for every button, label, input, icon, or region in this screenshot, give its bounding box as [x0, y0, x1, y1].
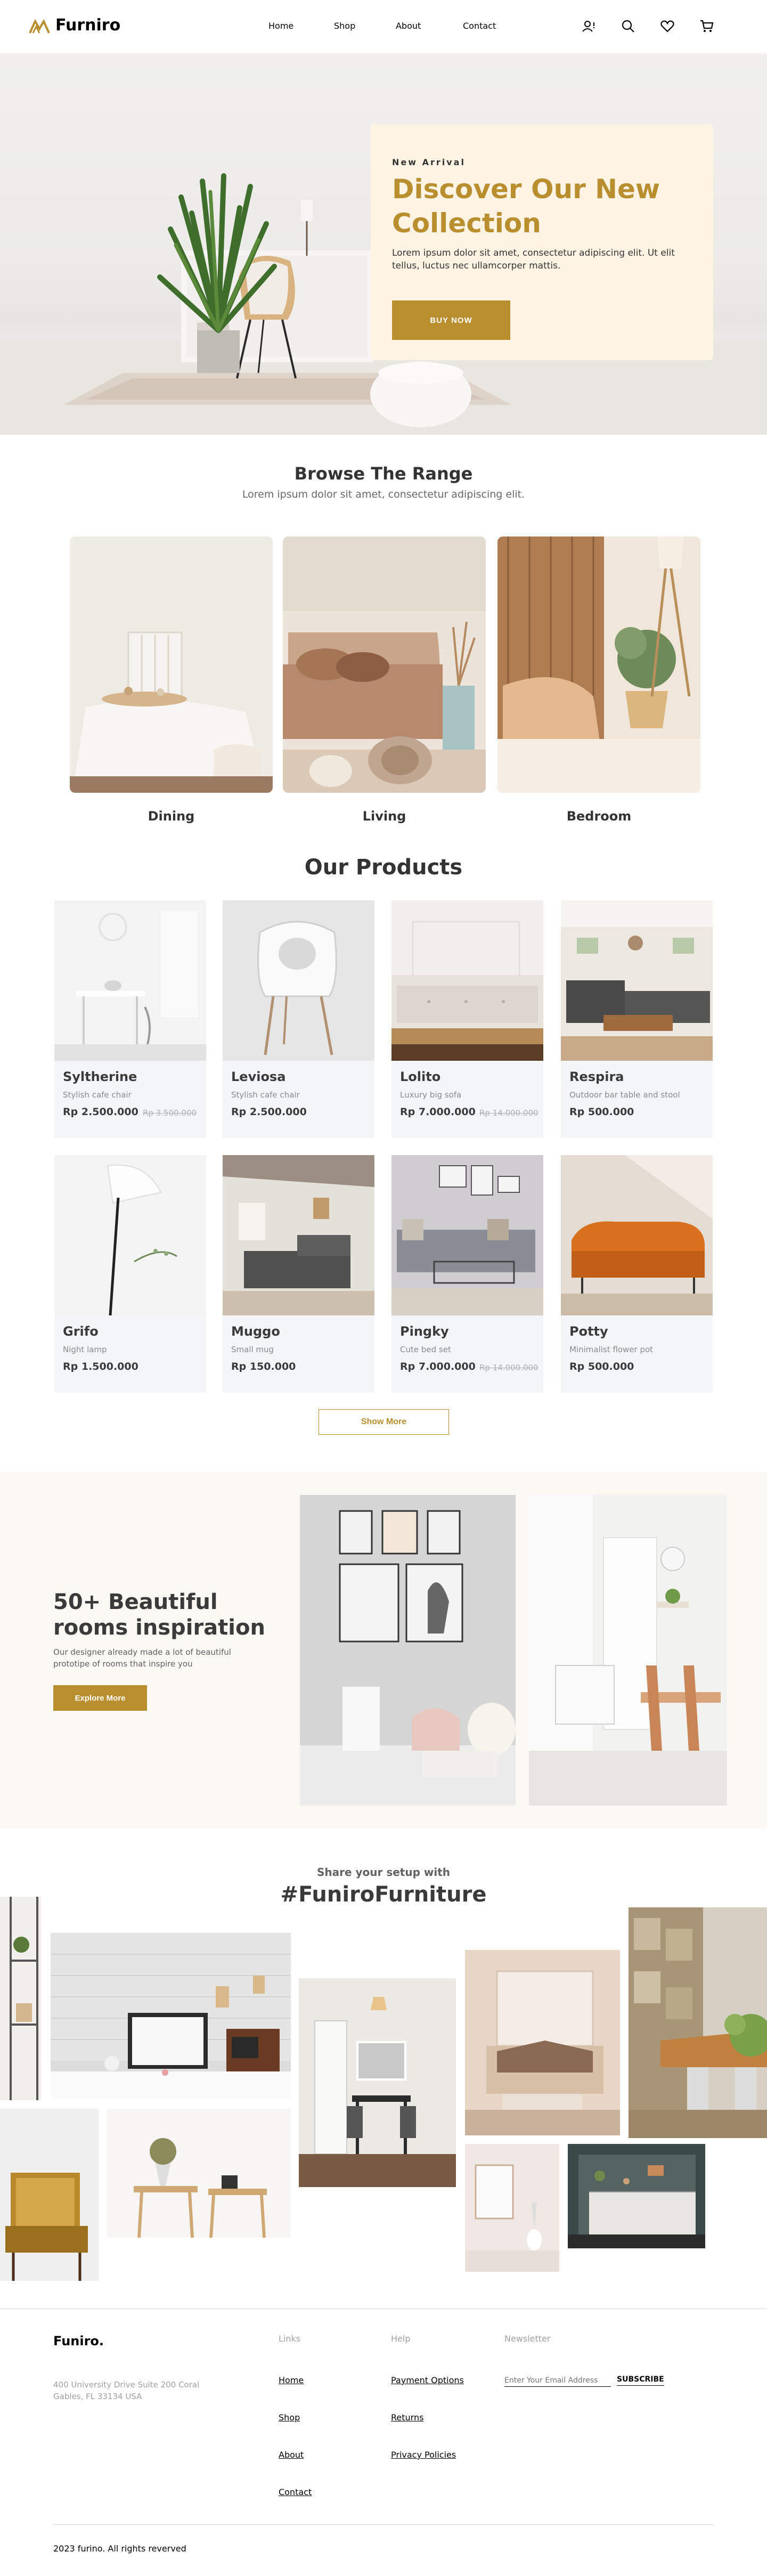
footer-link-contact[interactable]: Contact: [279, 2487, 312, 2497]
account-alert-icon[interactable]: [581, 18, 597, 34]
product-card[interactable]: Leviosa Stylish cafe chair Rp 2.500.000: [223, 900, 374, 1138]
product-price: Rp 1.500.000: [63, 1361, 138, 1372]
rooms-description: Our designer already made a lot of beaut…: [53, 1647, 231, 1669]
product-description: Small mug: [231, 1345, 274, 1354]
show-more-button[interactable]: Show More: [319, 1409, 449, 1435]
product-name: Syltherine: [63, 1069, 137, 1084]
product-name: Leviosa: [231, 1069, 286, 1084]
gallery-image-1[interactable]: [0, 1897, 41, 2100]
search-icon[interactable]: [620, 18, 636, 34]
gallery-image-9[interactable]: [629, 1907, 767, 2138]
footer-bottom-divider: [53, 2524, 714, 2525]
product-description: Outdoor bar table and stool: [569, 1090, 680, 1100]
product-card[interactable]: Pingky Cute bed set Rp 7.000.000 Rp 14.0…: [391, 1155, 543, 1393]
nav-home[interactable]: Home: [268, 21, 293, 31]
range-subtitle: Lorem ipsum dolor sit amet, consectetur …: [242, 489, 525, 500]
nav-contact[interactable]: Contact: [463, 21, 496, 31]
rooms-title: 50+ Beautiful rooms inspiration: [53, 1590, 265, 1640]
product-price: Rp 150.000: [231, 1361, 296, 1372]
product-name: Potty: [569, 1324, 608, 1339]
nav-shop[interactable]: Shop: [334, 21, 355, 31]
product-old-price: Rp 14.000.000: [479, 1108, 538, 1118]
newsletter-email-input[interactable]: [504, 2374, 611, 2387]
hero-description: Lorem ipsum dolor sit amet, consectetur …: [392, 248, 675, 271]
range-label-living[interactable]: Living: [283, 809, 486, 824]
gallery-image-5[interactable]: [299, 1978, 456, 2187]
site-header: Furniro Home Shop About Contact: [0, 0, 767, 53]
range-image-dining[interactable]: [70, 537, 273, 793]
share-subtitle: Share your setup with: [316, 1866, 451, 1879]
buy-now-button[interactable]: BUY Now: [392, 300, 510, 340]
logo-text[interactable]: Furniro: [55, 16, 120, 35]
footer-help-heading: Help: [391, 2334, 411, 2344]
range-label-bedroom[interactable]: Bedroom: [497, 809, 700, 824]
product-price: Rp 500.000: [569, 1361, 634, 1372]
gallery-image-3[interactable]: [0, 2109, 99, 2281]
footer-links-heading: Links: [279, 2334, 301, 2344]
range-title: Browse The Range: [294, 464, 473, 484]
product-description: Luxury big sofa: [400, 1090, 462, 1100]
product-description: Stylish cafe chair: [231, 1090, 300, 1100]
explore-more-button[interactable]: Explore More: [53, 1685, 147, 1711]
product-card[interactable]: Potty Minimalist flower pot Rp 500.000: [561, 1155, 713, 1393]
product-card[interactable]: Muggo Small mug Rp 150.000: [223, 1155, 374, 1393]
product-price: Rp 2.500.000: [231, 1106, 307, 1118]
footer-link-returns[interactable]: Returns: [391, 2412, 423, 2423]
heart-icon[interactable]: [659, 18, 675, 34]
gallery-image-7[interactable]: [465, 2144, 559, 2272]
product-price: Rp 7.000.000: [400, 1106, 476, 1118]
room-image-main[interactable]: [300, 1495, 516, 1806]
logo-icon: [29, 19, 50, 34]
product-description: Stylish cafe chair: [63, 1090, 132, 1100]
product-name: Respira: [569, 1069, 624, 1084]
gallery-image-6[interactable]: [465, 1950, 620, 2135]
footer-link-shop[interactable]: Shop: [279, 2412, 300, 2423]
product-card[interactable]: Lolito Luxury big sofa Rp 7.000.000 Rp 1…: [391, 900, 543, 1138]
product-name: Grifo: [63, 1324, 99, 1339]
cart-icon[interactable]: [699, 18, 715, 34]
product-name: Pingky: [400, 1324, 449, 1339]
gallery-image-4[interactable]: [107, 2109, 291, 2238]
share-hashtag: #FuniroFurniture: [280, 1882, 487, 1907]
footer-link-home[interactable]: Home: [279, 2375, 304, 2385]
range-image-living[interactable]: [283, 537, 486, 793]
product-description: Cute bed set: [400, 1345, 451, 1354]
product-description: Minimalist flower pot: [569, 1345, 654, 1354]
product-card[interactable]: Syltherine Stylish cafe chair Rp 2.500.0…: [54, 900, 206, 1138]
footer-address: 400 University Drive Suite 200 Coral Gab…: [53, 2380, 200, 2401]
product-card[interactable]: Grifo Night lamp Rp 1.500.000: [54, 1155, 206, 1393]
footer-link-payment-options[interactable]: Payment Options: [391, 2375, 464, 2385]
footer-newsletter-heading: Newsletter: [504, 2334, 551, 2344]
footer-link-privacy-policies[interactable]: Privacy Policies: [391, 2450, 456, 2460]
room-image-secondary[interactable]: [529, 1495, 727, 1806]
product-price: Rp 2.500.000: [63, 1106, 138, 1118]
product-old-price: Rp 3.500.000: [143, 1108, 197, 1118]
footer-logo[interactable]: Funiro.: [53, 2334, 104, 2349]
gallery-image-2[interactable]: [51, 1933, 291, 2099]
product-name: Lolito: [400, 1069, 441, 1084]
product-price: Rp 500.000: [569, 1106, 634, 1118]
product-name: Muggo: [231, 1324, 280, 1339]
product-old-price: Rp 14.000.000: [479, 1363, 538, 1372]
nav-about[interactable]: About: [396, 21, 421, 31]
copyright-text: 2023 furino. All rights reverved: [53, 2544, 186, 2554]
range-label-dining[interactable]: Dining: [70, 809, 273, 824]
hero-kicker: New Arrival: [392, 157, 466, 167]
product-card[interactable]: Respira Outdoor bar table and stool Rp 5…: [561, 900, 713, 1138]
products-title: Our Products: [304, 855, 463, 880]
product-description: Night lamp: [63, 1345, 107, 1354]
product-price: Rp 7.000.000: [400, 1361, 476, 1372]
footer-link-about[interactable]: About: [279, 2450, 304, 2460]
subscribe-button[interactable]: SUBSCRIBE: [617, 2375, 664, 2386]
range-image-bedroom[interactable]: [497, 537, 700, 793]
gallery-image-8[interactable]: [568, 2144, 705, 2248]
hero-title: Discover Our New Collection: [392, 174, 660, 239]
